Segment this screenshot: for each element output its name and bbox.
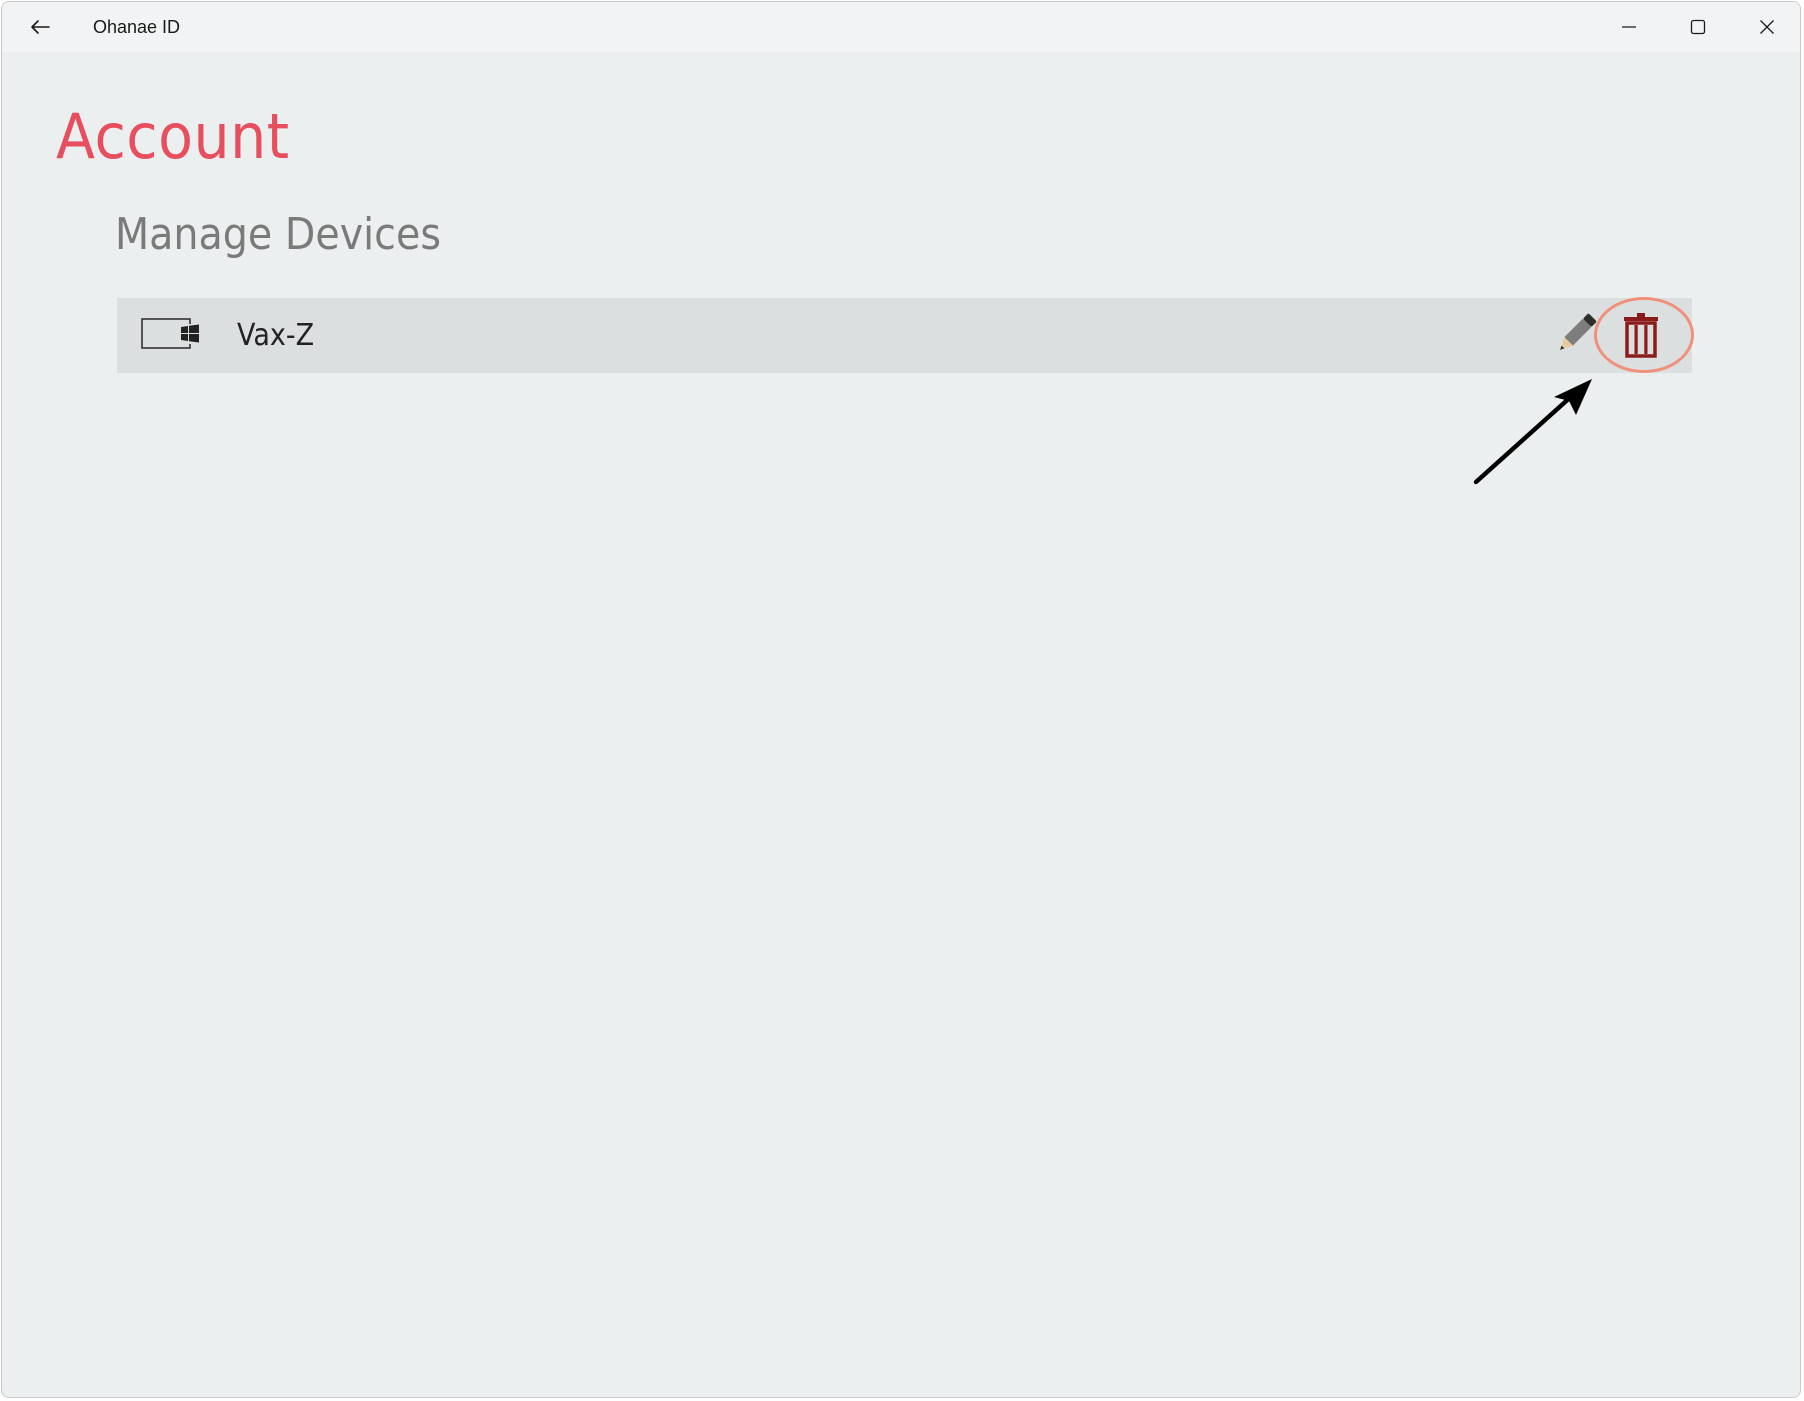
device-row[interactable]: Vax-Z <box>117 298 1692 373</box>
windows-device-icon <box>141 318 201 349</box>
back-button[interactable] <box>20 7 60 47</box>
app-title: Ohanae ID <box>93 17 181 37</box>
edit-device-button[interactable] <box>1552 312 1598 358</box>
pencil-icon <box>1560 313 1597 350</box>
minimize-icon <box>1622 26 1636 28</box>
close-button[interactable] <box>1733 2 1800 52</box>
title-bar: Ohanae ID <box>2 2 1800 52</box>
app-window: Ohanae ID Account Manage Devices Vax-Z <box>1 1 1801 1398</box>
close-icon <box>1760 20 1774 34</box>
minimize-button[interactable] <box>1595 2 1663 52</box>
maximize-button[interactable] <box>1664 2 1732 52</box>
section-title: Manage Devices <box>115 209 441 260</box>
delete-device-button[interactable] <box>1617 311 1665 361</box>
device-name: Vax-Z <box>237 318 315 353</box>
maximize-icon <box>1690 19 1706 35</box>
annotation-arrow-icon <box>1473 379 1592 485</box>
page-title: Account <box>56 100 290 173</box>
back-arrow-icon <box>31 20 50 34</box>
trash-icon <box>1624 313 1658 358</box>
